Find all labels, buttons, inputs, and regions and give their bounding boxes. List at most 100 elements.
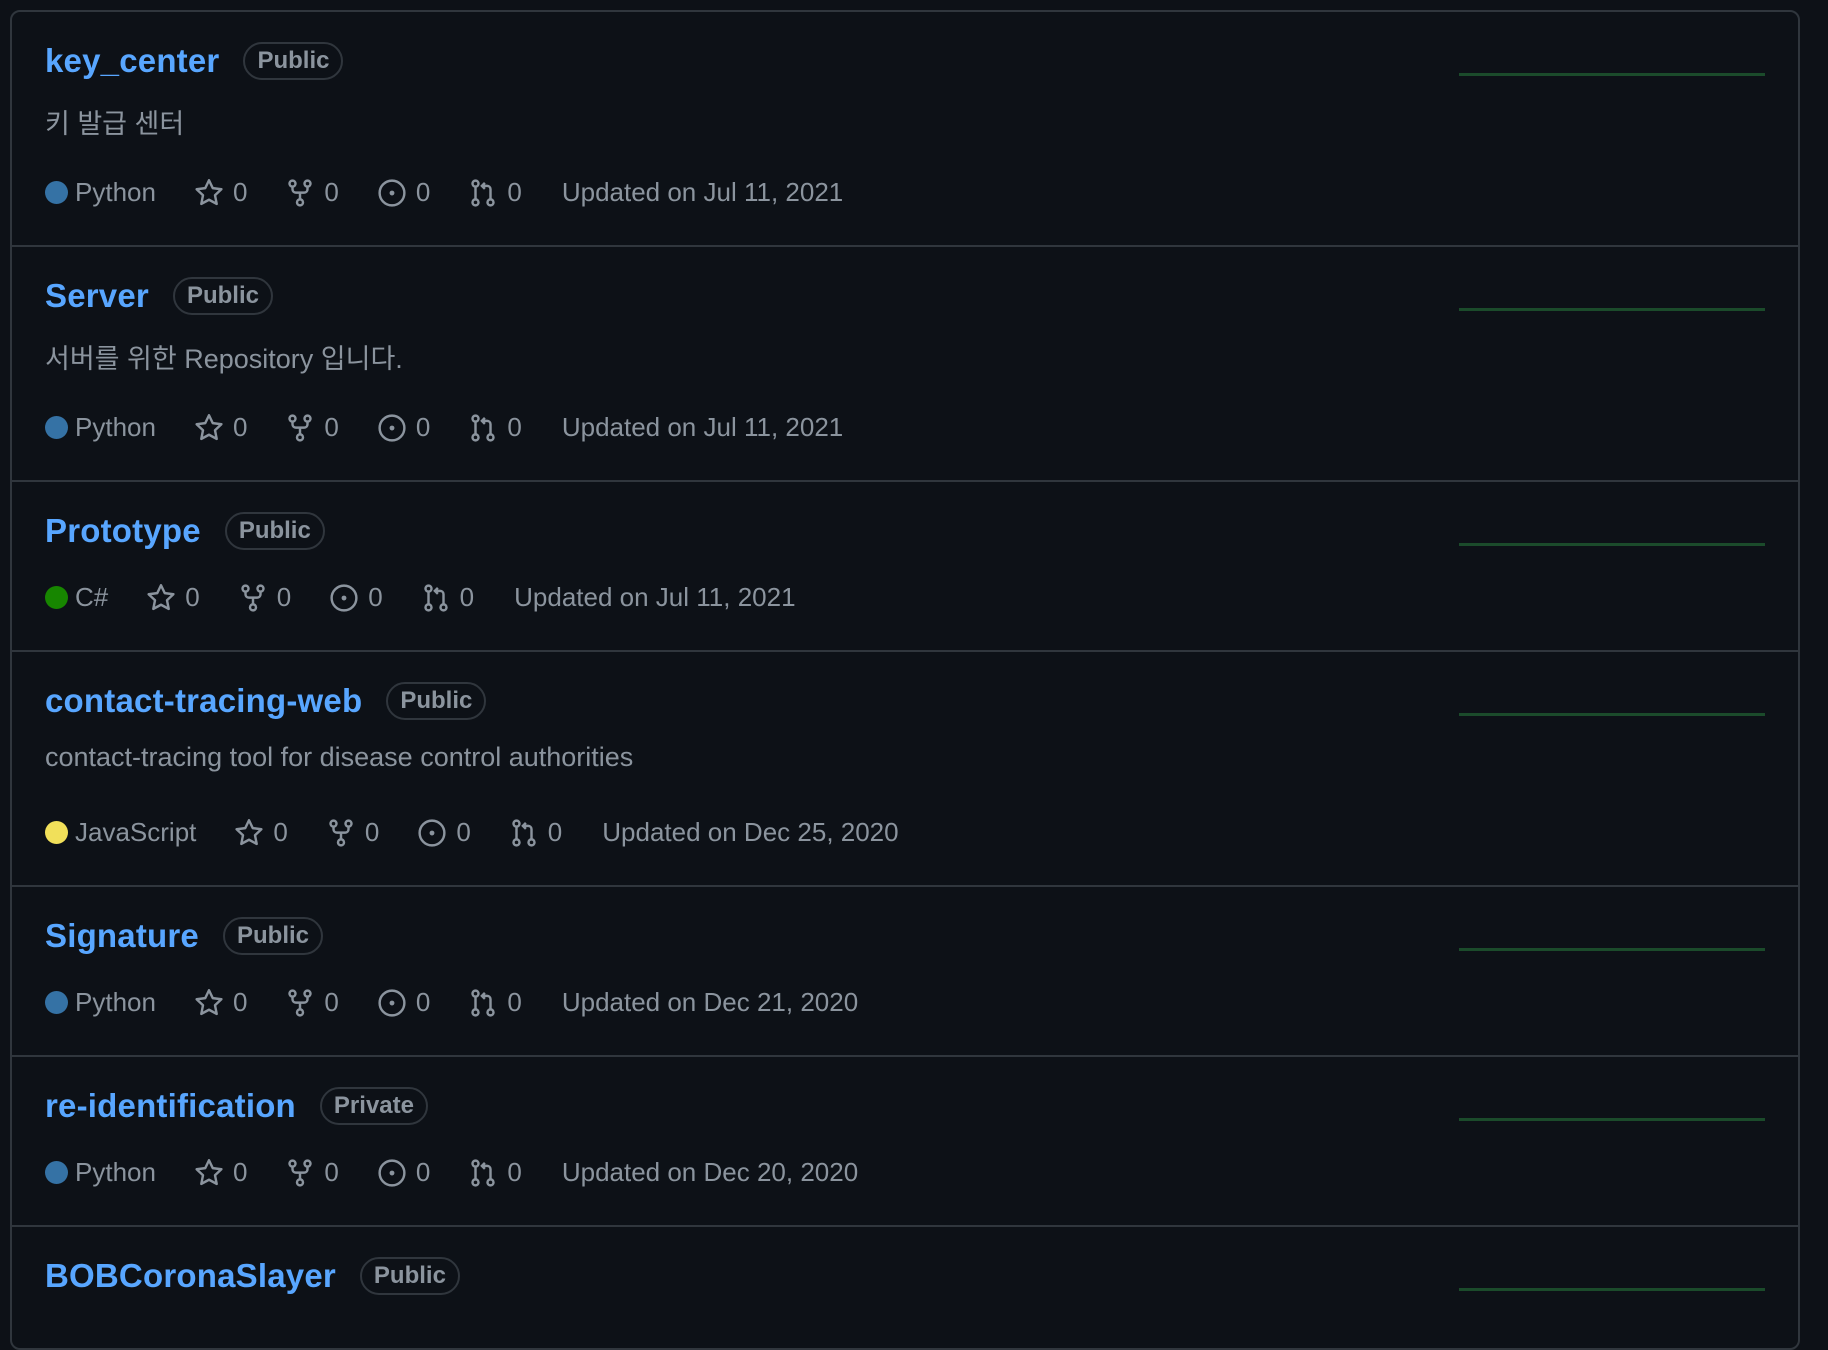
stars-count: 0 <box>232 177 248 207</box>
repo-name-link[interactable]: Server <box>45 277 149 315</box>
language-color-dot <box>45 181 68 204</box>
updated-timestamp: Updated on Jul 11, 2021 <box>514 582 796 612</box>
stars-count: 0 <box>185 582 200 612</box>
stars-link[interactable]: 0 <box>194 987 247 1018</box>
updated-timestamp: Updated on Dec 25, 2020 <box>602 817 899 847</box>
pulls-link[interactable]: 0 <box>468 177 522 208</box>
star-icon <box>147 583 175 610</box>
repo-forked-icon <box>288 413 313 442</box>
git-pull-request-icon <box>471 988 496 1017</box>
forks-count: 0 <box>276 582 292 612</box>
language-color-dot <box>45 416 68 439</box>
stars-link[interactable]: 0 <box>234 817 288 848</box>
repo-row: Prototype Public C# 0 0 0 0 Updated on J… <box>12 482 1798 652</box>
stars-count: 0 <box>232 987 248 1017</box>
repo-meta: Python 0 0 0 0 Updated on Jul 11, 2021 <box>45 412 843 443</box>
language-color-dot <box>45 821 68 844</box>
repo-name-link[interactable]: re-identification <box>45 1087 296 1125</box>
repo-description: 서버를 위한 Repository 입니다. <box>45 344 403 374</box>
visibility-badge: Public <box>223 917 324 955</box>
forks-link[interactable]: 0 <box>326 817 379 848</box>
pulls-link[interactable]: 0 <box>468 412 522 443</box>
repository-list: key_center Public 키 발급 센터 Python 0 0 0 0 <box>10 10 1800 1350</box>
repo-title-line: re-identification Private <box>45 1087 428 1125</box>
forks-link[interactable]: 0 <box>285 1157 339 1188</box>
repo-name-link[interactable]: Prototype <box>45 512 201 550</box>
repo-description: 키 발급 센터 <box>45 109 185 139</box>
language-name: C# <box>75 582 109 612</box>
forks-count: 0 <box>324 1157 339 1187</box>
forks-count: 0 <box>324 177 339 207</box>
repo-name-link[interactable]: contact-tracing-web <box>45 682 362 720</box>
repo-name-link[interactable]: BOBCoronaSlayer <box>45 1257 336 1295</box>
repo-forked-icon <box>329 818 353 847</box>
repo-meta: Python 0 0 0 0 Updated on Dec 20, 2020 <box>45 1157 858 1188</box>
updated-timestamp: Updated on Jul 11, 2021 <box>561 177 844 207</box>
language-name: JavaScript <box>75 817 197 847</box>
repo-title-line: Signature Public <box>45 917 324 955</box>
issue-opened-icon <box>418 818 446 847</box>
git-pull-request-icon <box>471 178 496 207</box>
activity-sparkline <box>1459 543 1765 546</box>
activity-sparkline <box>1459 73 1765 76</box>
issues-count: 0 <box>456 817 471 847</box>
pulls-link[interactable]: 0 <box>468 987 522 1018</box>
git-pull-request-icon <box>471 1158 496 1187</box>
issues-link[interactable]: 0 <box>329 582 383 613</box>
pulls-count: 0 <box>547 817 563 847</box>
issues-count: 0 <box>415 177 431 207</box>
visibility-badge: Public <box>243 42 344 80</box>
repo-row: Server Public 서버를 위한 Repository 입니다. Pyt… <box>12 247 1798 482</box>
forks-link[interactable]: 0 <box>285 987 339 1018</box>
pulls-link[interactable]: 0 <box>421 582 474 613</box>
repo-title-line: Server Public <box>45 277 273 315</box>
repo-forked-icon <box>288 1158 313 1187</box>
repo-meta: Python 0 0 0 0 Updated on Dec 21, 2020 <box>45 987 858 1018</box>
forks-link[interactable]: 0 <box>238 582 291 613</box>
stars-link[interactable]: 0 <box>146 582 200 613</box>
stars-count: 0 <box>273 817 288 847</box>
forks-link[interactable]: 0 <box>285 177 339 208</box>
visibility-badge: Public <box>172 277 273 315</box>
visibility-badge: Private <box>319 1087 428 1125</box>
repo-name-link[interactable]: key_center <box>45 42 219 80</box>
repo-row: Signature Public Python 0 0 0 0 Updated … <box>12 887 1798 1057</box>
repo-row: key_center Public 키 발급 센터 Python 0 0 0 0 <box>12 12 1798 247</box>
issues-count: 0 <box>415 1157 431 1187</box>
repo-title-line: Prototype Public <box>45 512 325 550</box>
language-name: Python <box>75 412 156 442</box>
repo-row: re-identification Private Python 0 0 0 0 <box>12 1057 1798 1227</box>
issues-link[interactable]: 0 <box>377 1157 430 1188</box>
activity-sparkline <box>1459 713 1765 716</box>
repo-row: contact-tracing-web Public contact-traci… <box>12 652 1798 887</box>
pulls-link[interactable]: 0 <box>468 1157 522 1188</box>
issue-opened-icon <box>330 583 358 612</box>
star-icon <box>195 1158 223 1185</box>
star-icon <box>195 413 223 440</box>
forks-link[interactable]: 0 <box>285 412 339 443</box>
pulls-count: 0 <box>507 1157 522 1187</box>
star-icon <box>235 818 263 845</box>
activity-sparkline <box>1459 948 1765 951</box>
stars-count: 0 <box>232 1157 248 1187</box>
issues-link[interactable]: 0 <box>377 412 430 443</box>
pulls-count: 0 <box>507 412 522 442</box>
issues-link[interactable]: 0 <box>377 177 430 208</box>
pulls-count: 0 <box>507 987 522 1017</box>
repo-forked-icon <box>288 178 313 207</box>
stars-link[interactable]: 0 <box>194 177 247 208</box>
pulls-link[interactable]: 0 <box>509 817 562 848</box>
issue-opened-icon <box>378 1158 406 1187</box>
pulls-count: 0 <box>459 582 475 612</box>
stars-link[interactable]: 0 <box>194 412 247 443</box>
repo-meta: C# 0 0 0 0 Updated on Jul 11, 2021 <box>45 582 796 613</box>
issues-link[interactable]: 0 <box>377 987 430 1018</box>
issues-link[interactable]: 0 <box>417 817 471 848</box>
pulls-count: 0 <box>507 177 522 207</box>
stars-link[interactable]: 0 <box>194 1157 247 1188</box>
repo-title-line: contact-tracing-web Public <box>45 682 487 720</box>
repo-forked-icon <box>241 583 265 612</box>
repo-name-link[interactable]: Signature <box>45 917 199 955</box>
visibility-badge: Public <box>359 1257 460 1295</box>
repo-row: BOBCoronaSlayer Public <box>12 1227 1798 1348</box>
